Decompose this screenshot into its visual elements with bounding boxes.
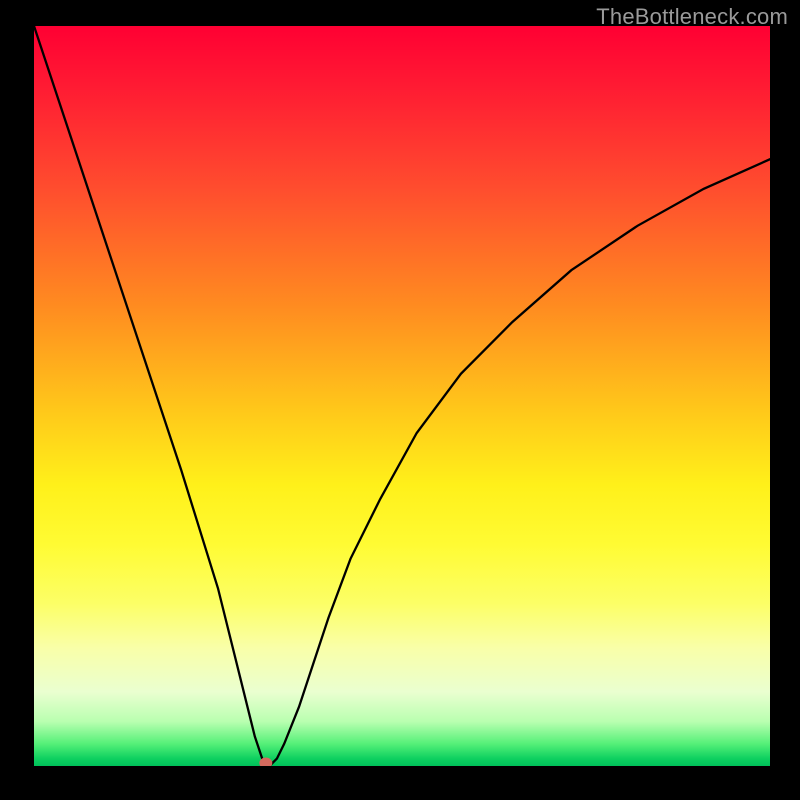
chart-frame: TheBottleneck.com [0,0,800,800]
bottleneck-curve-path [34,26,770,766]
plot-area [34,26,770,766]
watermark-label: TheBottleneck.com [596,4,788,30]
curve-layer [34,26,770,766]
minimum-marker-icon [260,758,272,766]
